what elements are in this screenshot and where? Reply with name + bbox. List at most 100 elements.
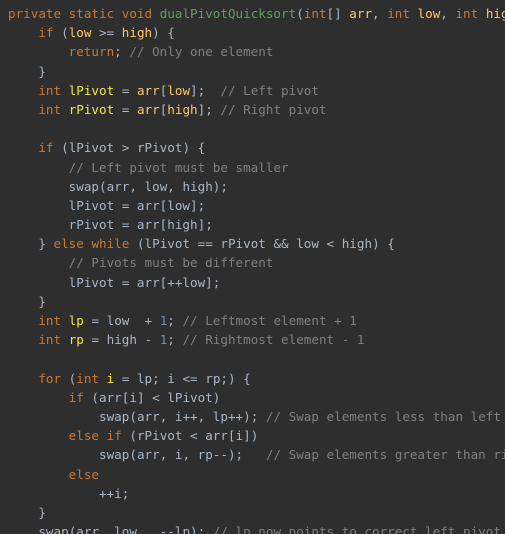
code-token-plain: swap — [68, 178, 100, 194]
code-line[interactable]: int lp = low + 1; // Leftmost element + … — [0, 311, 505, 330]
code-line[interactable]: lPivot = arr[++low]; — [0, 273, 505, 292]
code-token-keyword: void — [121, 6, 153, 21]
code-token-plain: high — [167, 217, 198, 233]
code-token-keyword: if — [68, 389, 84, 405]
code-line[interactable]: lPivot = arr[low]; — [0, 196, 505, 215]
code-token-plain: , — [440, 6, 456, 21]
code-line[interactable] — [0, 119, 505, 138]
code-token-plain: } — [8, 63, 46, 79]
code-token-plain: ; — [167, 313, 183, 328]
code-line[interactable]: if (arr[i] < lPivot) — [0, 388, 505, 407]
code-line[interactable]: // Pivots must be different — [0, 253, 505, 272]
code-line[interactable]: for (int i = lp; i <= rp;) { — [0, 369, 505, 388]
code-token-plain: ; — [121, 485, 130, 501]
code-token-plain: , -- — [136, 524, 175, 534]
code-line[interactable]: swap(arr, i++, lp++); // Swap elements l… — [0, 407, 505, 426]
code-token-plain: < — [182, 428, 206, 444]
code-token-plain: ( — [83, 389, 100, 405]
code-token-keyword: if — [38, 25, 54, 41]
code-token-param: low — [68, 25, 92, 41]
code-token-plain: lPivot — [68, 140, 115, 156]
code-line[interactable]: if (low >= high) { — [0, 23, 505, 42]
code-line[interactable] — [0, 349, 505, 368]
code-token-plain: } — [8, 504, 46, 520]
code-token-plain: , — [372, 6, 388, 21]
code-token-keyword: int — [38, 313, 62, 328]
code-token-plain: ]) — [243, 428, 259, 444]
code-token-local: lPivot — [68, 82, 115, 98]
code-token-plain: = — [114, 82, 137, 98]
code-token-comment: // Left pivot — [220, 82, 319, 98]
code-line[interactable]: } — [0, 503, 505, 522]
code-line[interactable]: int rp = high - 1; // Rightmost element … — [0, 330, 505, 349]
code-token-plain: arr — [136, 197, 160, 213]
code-token-comment: // lp now points to correct left pivot p… — [212, 524, 501, 534]
code-token-plain: , — [99, 524, 115, 534]
code-token-plain: < — [318, 236, 342, 252]
code-line[interactable]: } — [0, 62, 505, 81]
code-token-comment: // Pivots must be different — [68, 255, 274, 271]
code-line[interactable]: swap(arr, low, high); — [0, 177, 505, 196]
code-line[interactable]: swap(arr, i, rp--); // Swap elements gre… — [0, 445, 505, 464]
code-token-plain: ++); — [227, 408, 266, 424]
code-token-plain: == — [190, 236, 221, 252]
code-token-keyword: int — [38, 82, 62, 98]
code-token-plain: >= — [91, 25, 122, 41]
code-line[interactable]: rPivot = arr[high]; — [0, 215, 505, 234]
code-token-plain: ( — [129, 236, 145, 252]
code-line[interactable]: if (lPivot > rPivot) { — [0, 138, 505, 157]
code-line[interactable]: // Left pivot must be smaller — [0, 158, 505, 177]
code-line[interactable]: } else while (lPivot == rPivot && low < … — [0, 234, 505, 253]
code-line[interactable]: } — [0, 292, 505, 311]
code-line[interactable]: ++i; — [0, 484, 505, 503]
code-token-keyword: else — [68, 428, 100, 444]
code-editor-viewport[interactable]: private static void dualPivotQuicksort(i… — [0, 0, 505, 534]
code-line[interactable]: return; // Only one element — [0, 42, 505, 61]
code-token-keyword: else — [53, 236, 84, 252]
code-line[interactable]: else — [0, 465, 505, 484]
code-line[interactable]: private static void dualPivotQuicksort(i… — [0, 4, 505, 23]
code-token-keyword: static — [68, 6, 115, 21]
code-line[interactable]: else if (rPivot < arr[i]) — [0, 426, 505, 445]
code-token-keyword: while — [91, 236, 130, 252]
code-token-plain: ]; — [197, 217, 213, 233]
code-token-plain: ( — [129, 447, 137, 463]
code-line[interactable]: int rPivot = arr[high]; // Right pivot — [0, 100, 505, 119]
code-token-plain: ( — [53, 25, 69, 41]
code-token-plain: swap — [99, 408, 130, 424]
code-token-plain: } — [8, 236, 54, 252]
code-token-methoddef: dualPivotQuicksort — [159, 6, 297, 21]
code-token-plain: lPivot — [68, 274, 115, 290]
code-line[interactable]: swap(arr, low, --lp); // lp now points t… — [0, 522, 505, 534]
code-token-keyword: return — [68, 44, 115, 60]
code-token-plain: low — [167, 197, 191, 213]
code-token-plain: ]; — [197, 101, 221, 117]
code-token-plain: low — [106, 313, 130, 328]
code-token-plain: ++ — [8, 485, 115, 501]
code-token-plain: arr — [136, 217, 160, 233]
code-token-comment: // Leftmost element + 1 — [182, 313, 357, 328]
code-token-plain: arr — [205, 428, 228, 444]
code-token-plain: i — [114, 485, 122, 501]
code-token-plain: ( — [121, 428, 137, 444]
code-token-plain: , — [159, 408, 175, 424]
code-token-local: rp — [68, 332, 84, 348]
code-token-keyword: int — [76, 370, 100, 386]
code-token-comment: // Swap elements greater than right pivo… — [265, 447, 505, 463]
code-token-plain: [++ — [159, 274, 183, 290]
code-token-plain: ) { — [182, 140, 206, 156]
code-token-plain: ); — [212, 178, 228, 194]
code-token-plain: ; — [152, 370, 168, 386]
code-token-local: rPivot — [68, 101, 115, 117]
code-token-plain: arr — [136, 447, 160, 463]
code-line[interactable]: int lPivot = arr[low]; // Left pivot — [0, 81, 505, 100]
code-token-plain: arr — [106, 178, 130, 194]
